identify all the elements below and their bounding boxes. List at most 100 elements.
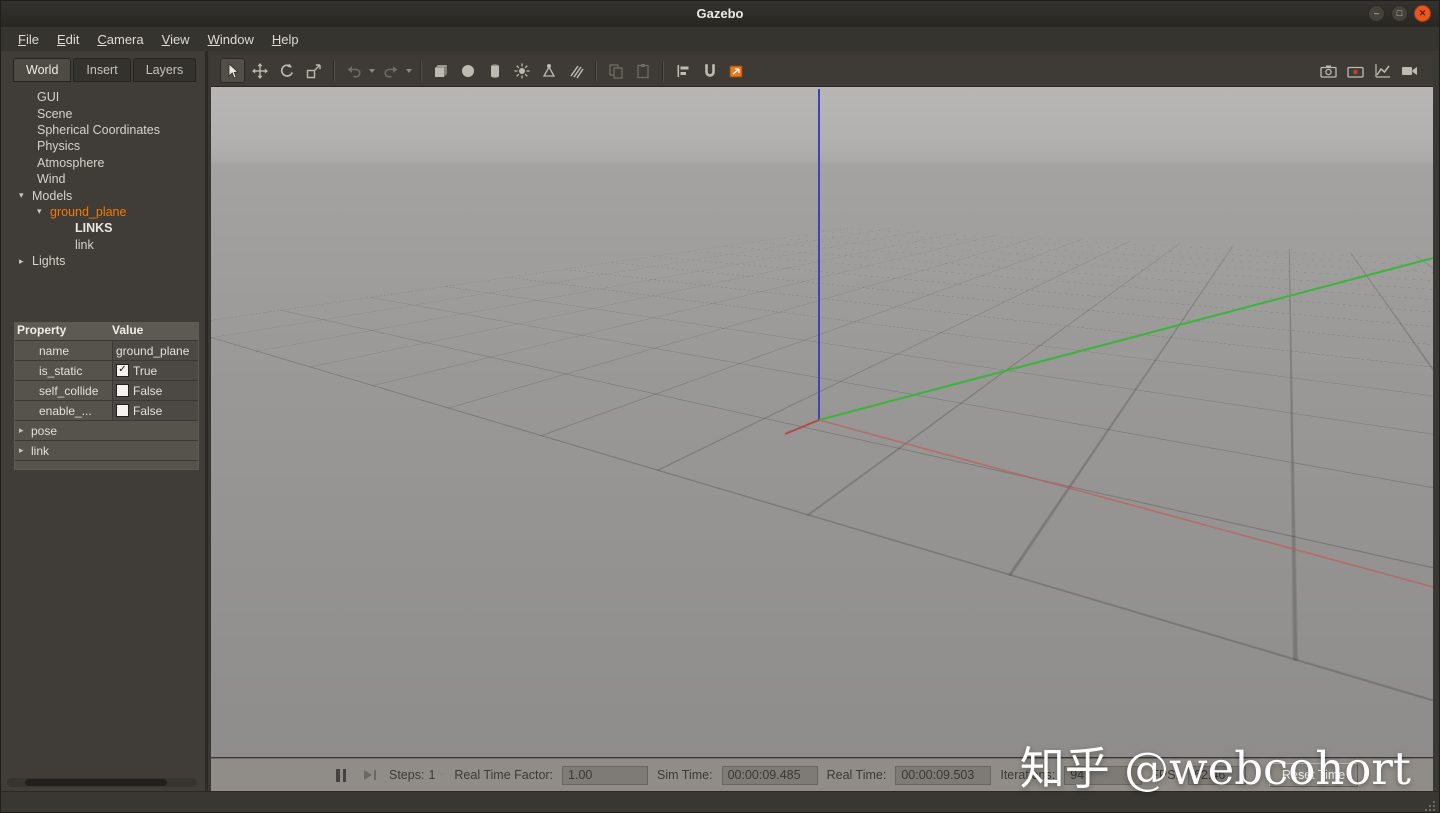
name-value-field[interactable]: ground_plane	[112, 341, 198, 360]
chevron-down-icon	[406, 69, 412, 73]
chevron-down-icon[interactable]	[439, 773, 445, 777]
steps-control[interactable]: Steps: 1	[389, 768, 445, 782]
menu-camera[interactable]: Camera	[88, 29, 152, 50]
insert-sphere-button[interactable]	[455, 58, 480, 83]
plot-icon	[1375, 63, 1391, 79]
property-row-is-static[interactable]: is_static ✓True	[15, 361, 198, 381]
scrollbar-thumb[interactable]	[25, 779, 167, 786]
select-arrow-icon	[225, 63, 241, 79]
tree-item-lights[interactable]: ▸Lights	[1, 253, 201, 269]
directional-light-button[interactable]	[563, 58, 588, 83]
screenshot-button[interactable]	[1316, 58, 1341, 83]
menu-file[interactable]: File	[9, 29, 48, 50]
copy-button[interactable]	[603, 58, 628, 83]
property-table: Property Value name ground_plane is_stat…	[14, 322, 199, 470]
tree-item-ground-plane[interactable]: ▾ground_plane	[1, 204, 201, 220]
tab-layers[interactable]: Layers	[133, 58, 197, 82]
menu-bar: File Edit Camera View Window Help	[1, 27, 1439, 51]
property-group-link[interactable]: ▸link	[15, 441, 198, 461]
plot-button[interactable]	[1370, 58, 1395, 83]
world-tree: GUI Scene Spherical Coordinates Physics …	[1, 89, 201, 269]
property-table-header: Property Value	[15, 323, 198, 341]
redo-history-button[interactable]	[404, 58, 414, 83]
tree-item-scene[interactable]: Scene	[1, 105, 201, 121]
undo-icon	[346, 63, 362, 79]
sim-time-field: 00:00:09.485	[722, 766, 818, 785]
snap-button[interactable]	[697, 58, 722, 83]
tab-world[interactable]: World	[13, 58, 71, 82]
real-time-field: 00:00:09.503	[895, 766, 991, 785]
align-button[interactable]	[670, 58, 695, 83]
tree-item-atmosphere[interactable]: Atmosphere	[1, 155, 201, 171]
video-record-button[interactable]	[1397, 58, 1422, 83]
insert-cylinder-button[interactable]	[482, 58, 507, 83]
tree-item-spherical-coordinates[interactable]: Spherical Coordinates	[1, 122, 201, 138]
chevron-down-icon	[369, 69, 375, 73]
scale-icon	[306, 63, 322, 79]
tree-item-models[interactable]: ▾Models	[1, 187, 201, 203]
point-light-button[interactable]	[509, 58, 534, 83]
collapsed-arrow-icon[interactable]: ▸	[15, 445, 31, 456]
rtf-field[interactable]: 1.00	[562, 766, 648, 785]
tree-item-links-header[interactable]: LINKS	[1, 220, 201, 236]
property-column-header: Property	[15, 323, 112, 340]
directional-light-icon	[568, 63, 584, 79]
expanded-arrow-icon[interactable]: ▾	[19, 190, 32, 201]
horizontal-scrollbar[interactable]	[7, 778, 197, 787]
translate-tool-button[interactable]	[247, 58, 272, 83]
sphere-icon	[460, 63, 476, 79]
undo-button[interactable]	[341, 58, 366, 83]
sim-time-label: Sim Time:	[657, 768, 713, 782]
move-icon	[252, 63, 268, 79]
undo-history-button[interactable]	[367, 58, 377, 83]
change-view-button[interactable]	[724, 58, 749, 83]
resize-grip[interactable]	[1423, 799, 1435, 811]
data-logger-button[interactable]	[1343, 58, 1368, 83]
property-group-pose[interactable]: ▸pose	[15, 421, 198, 441]
property-row-name[interactable]: name ground_plane	[15, 341, 198, 361]
watermark: 知乎 @webcohort	[1020, 732, 1411, 797]
title-bar[interactable]: Gazebo – □ ✕	[1, 1, 1439, 28]
insert-box-button[interactable]	[428, 58, 453, 83]
render-viewport[interactable]	[211, 87, 1433, 757]
spot-light-button[interactable]	[536, 58, 561, 83]
panel-tabs: World Insert Layers	[13, 58, 196, 82]
real-time-label: Real Time:	[827, 768, 887, 782]
redo-button[interactable]	[378, 58, 403, 83]
rtf-label: Real Time Factor:	[454, 768, 553, 782]
menu-help[interactable]: Help	[263, 29, 308, 50]
tree-item-physics[interactable]: Physics	[1, 138, 201, 154]
paste-button[interactable]	[630, 58, 655, 83]
select-tool-button[interactable]	[220, 58, 245, 83]
expanded-arrow-icon[interactable]: ▾	[37, 206, 50, 217]
property-row-self-collide[interactable]: self_collide False	[15, 381, 198, 401]
camera-icon	[1320, 63, 1337, 79]
is-static-checkbox[interactable]: ✓	[116, 364, 129, 377]
step-button[interactable]	[360, 765, 380, 785]
sun-icon	[514, 63, 530, 79]
step-forward-icon	[364, 770, 372, 780]
tree-item-wind[interactable]: Wind	[1, 171, 201, 187]
pause-button[interactable]	[331, 765, 351, 785]
self-collide-checkbox[interactable]	[116, 384, 129, 397]
toolbar	[211, 55, 1433, 87]
maximize-button[interactable]: □	[1391, 5, 1408, 22]
enable-checkbox[interactable]	[116, 404, 129, 417]
tree-item-gui[interactable]: GUI	[1, 89, 201, 105]
video-camera-icon	[1401, 63, 1418, 79]
menu-view[interactable]: View	[153, 29, 199, 50]
minimize-button[interactable]: –	[1368, 5, 1385, 22]
tree-item-link[interactable]: link	[1, 237, 201, 253]
scale-tool-button[interactable]	[301, 58, 326, 83]
close-button[interactable]: ✕	[1414, 5, 1431, 22]
menu-window[interactable]: Window	[199, 29, 263, 50]
tab-insert[interactable]: Insert	[73, 58, 130, 82]
view-angle-icon	[728, 62, 745, 79]
collapsed-arrow-icon[interactable]: ▸	[15, 425, 31, 436]
menu-edit[interactable]: Edit	[48, 29, 88, 50]
log-record-icon	[1347, 63, 1364, 79]
window-title: Gazebo	[1, 6, 1439, 21]
collapsed-arrow-icon[interactable]: ▸	[19, 256, 32, 267]
property-row-enable[interactable]: enable_... False	[15, 401, 198, 421]
rotate-tool-button[interactable]	[274, 58, 299, 83]
